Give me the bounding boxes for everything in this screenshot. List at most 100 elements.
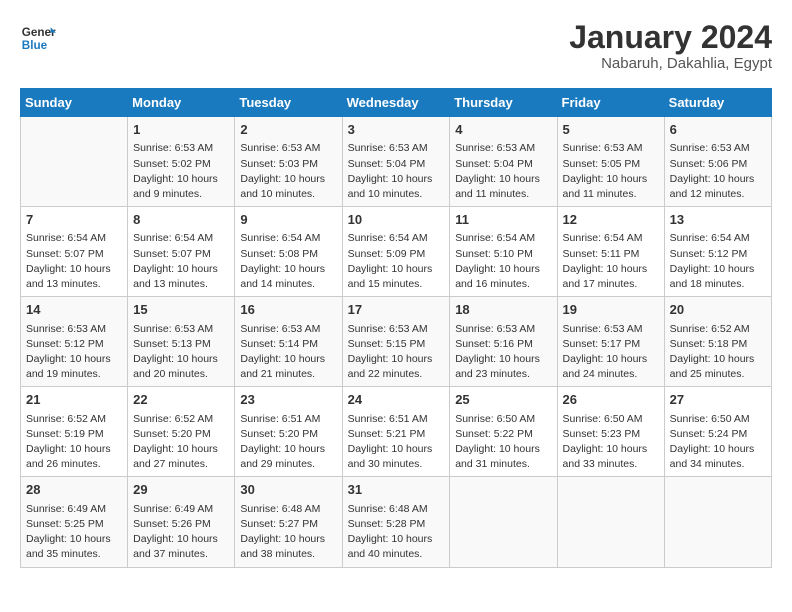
title-block: January 2024 Nabaruh, Dakahlia, Egypt	[569, 20, 772, 72]
day-info: Sunrise: 6:54 AM Sunset: 5:07 PM Dayligh…	[26, 231, 122, 292]
calendar-cell: 23 Sunrise: 6:51 AM Sunset: 5:20 PM Dayli…	[235, 387, 342, 477]
header-friday: Friday	[557, 89, 664, 117]
day-number: 18	[455, 301, 551, 319]
calendar-cell	[664, 477, 771, 567]
calendar-cell: 26 Sunrise: 6:50 AM Sunset: 5:23 PM Dayli…	[557, 387, 664, 477]
logo-icon: General Blue	[20, 20, 56, 56]
calendar-cell: 27Sunrise: 6:50 AM Sunset: 5:24 PM Dayli…	[664, 387, 771, 477]
day-info: Sunrise: 6:53 AM Sunset: 5:03 PM Dayligh…	[240, 141, 336, 202]
page-header: General Blue January 2024 Nabaruh, Dakah…	[20, 20, 772, 72]
day-number: 14	[26, 301, 122, 319]
day-number: 6	[670, 121, 766, 139]
day-info: Sunrise: 6:53 AM Sunset: 5:04 PM Dayligh…	[348, 141, 445, 202]
day-number: 29	[133, 481, 229, 499]
day-number: 7	[26, 211, 122, 229]
day-number: 13	[670, 211, 766, 229]
day-number: 4	[455, 121, 551, 139]
calendar-cell: 19 Sunrise: 6:53 AM Sunset: 5:17 PM Dayli…	[557, 297, 664, 387]
day-info: Sunrise: 6:54 AM Sunset: 5:08 PM Dayligh…	[240, 231, 336, 292]
header-row: Sunday Monday Tuesday Wednesday Thursday…	[21, 89, 772, 117]
day-number: 2	[240, 121, 336, 139]
day-number: 22	[133, 391, 229, 409]
day-info: Sunrise: 6:51 AM Sunset: 5:20 PM Dayligh…	[240, 412, 336, 473]
day-info: Sunrise: 6:51 AM Sunset: 5:21 PM Dayligh…	[348, 412, 445, 473]
calendar-cell	[557, 477, 664, 567]
week-row-3: 14 Sunrise: 6:53 AM Sunset: 5:12 PM Dayli…	[21, 297, 772, 387]
calendar-cell: 15 Sunrise: 6:53 AM Sunset: 5:13 PM Dayli…	[128, 297, 235, 387]
calendar-cell: 28Sunrise: 6:49 AM Sunset: 5:25 PM Dayli…	[21, 477, 128, 567]
day-number: 27	[670, 391, 766, 409]
day-info: Sunrise: 6:53 AM Sunset: 5:04 PM Dayligh…	[455, 141, 551, 202]
calendar-cell: 20Sunrise: 6:52 AM Sunset: 5:18 PM Dayli…	[664, 297, 771, 387]
day-info: Sunrise: 6:54 AM Sunset: 5:10 PM Dayligh…	[455, 231, 551, 292]
week-row-2: 7 Sunrise: 6:54 AM Sunset: 5:07 PM Daylig…	[21, 207, 772, 297]
header-saturday: Saturday	[664, 89, 771, 117]
day-number: 19	[563, 301, 659, 319]
day-number: 23	[240, 391, 336, 409]
calendar-table: Sunday Monday Tuesday Wednesday Thursday…	[20, 88, 772, 567]
day-info: Sunrise: 6:54 AM Sunset: 5:12 PM Dayligh…	[670, 231, 766, 292]
day-number: 1	[133, 121, 229, 139]
day-number: 16	[240, 301, 336, 319]
day-info: Sunrise: 6:53 AM Sunset: 5:13 PM Dayligh…	[133, 322, 229, 383]
day-number: 17	[348, 301, 445, 319]
calendar-cell: 8 Sunrise: 6:54 AM Sunset: 5:07 PM Daylig…	[128, 207, 235, 297]
calendar-cell: 2 Sunrise: 6:53 AM Sunset: 5:03 PM Daylig…	[235, 117, 342, 207]
calendar-cell: 29 Sunrise: 6:49 AM Sunset: 5:26 PM Dayli…	[128, 477, 235, 567]
day-info: Sunrise: 6:53 AM Sunset: 5:14 PM Dayligh…	[240, 322, 336, 383]
day-info: Sunrise: 6:49 AM Sunset: 5:26 PM Dayligh…	[133, 502, 229, 563]
header-monday: Monday	[128, 89, 235, 117]
day-number: 10	[348, 211, 445, 229]
day-number: 15	[133, 301, 229, 319]
day-number: 24	[348, 391, 445, 409]
calendar-cell: 10 Sunrise: 6:54 AM Sunset: 5:09 PM Dayli…	[342, 207, 450, 297]
day-info: Sunrise: 6:53 AM Sunset: 5:15 PM Dayligh…	[348, 322, 445, 383]
day-number: 20	[670, 301, 766, 319]
calendar-cell: 12Sunrise: 6:54 AM Sunset: 5:11 PM Dayli…	[557, 207, 664, 297]
calendar-cell: 25 Sunrise: 6:50 AM Sunset: 5:22 PM Dayli…	[450, 387, 557, 477]
day-number: 11	[455, 211, 551, 229]
calendar-cell: 11 Sunrise: 6:54 AM Sunset: 5:10 PM Dayli…	[450, 207, 557, 297]
header-wednesday: Wednesday	[342, 89, 450, 117]
day-info: Sunrise: 6:53 AM Sunset: 5:05 PM Dayligh…	[563, 141, 659, 202]
day-number: 9	[240, 211, 336, 229]
day-info: Sunrise: 6:50 AM Sunset: 5:22 PM Dayligh…	[455, 412, 551, 473]
day-info: Sunrise: 6:52 AM Sunset: 5:19 PM Dayligh…	[26, 412, 122, 473]
day-number: 26	[563, 391, 659, 409]
day-number: 12	[563, 211, 659, 229]
day-number: 31	[348, 481, 445, 499]
calendar-subtitle: Nabaruh, Dakahlia, Egypt	[569, 55, 772, 72]
calendar-cell: 5Sunrise: 6:53 AM Sunset: 5:05 PM Daylig…	[557, 117, 664, 207]
calendar-cell: 7 Sunrise: 6:54 AM Sunset: 5:07 PM Daylig…	[21, 207, 128, 297]
calendar-cell: 30 Sunrise: 6:48 AM Sunset: 5:27 PM Dayli…	[235, 477, 342, 567]
day-number: 30	[240, 481, 336, 499]
calendar-cell: 21 Sunrise: 6:52 AM Sunset: 5:19 PM Dayli…	[21, 387, 128, 477]
calendar-cell: 31 Sunrise: 6:48 AM Sunset: 5:28 PM Dayli…	[342, 477, 450, 567]
day-number: 3	[348, 121, 445, 139]
header-sunday: Sunday	[21, 89, 128, 117]
day-info: Sunrise: 6:53 AM Sunset: 5:17 PM Dayligh…	[563, 322, 659, 383]
calendar-cell: 6 Sunrise: 6:53 AM Sunset: 5:06 PM Daylig…	[664, 117, 771, 207]
day-info: Sunrise: 6:54 AM Sunset: 5:07 PM Dayligh…	[133, 231, 229, 292]
day-info: Sunrise: 6:53 AM Sunset: 5:06 PM Dayligh…	[670, 141, 766, 202]
calendar-cell: 22Sunrise: 6:52 AM Sunset: 5:20 PM Dayli…	[128, 387, 235, 477]
day-info: Sunrise: 6:53 AM Sunset: 5:02 PM Dayligh…	[133, 141, 229, 202]
day-info: Sunrise: 6:53 AM Sunset: 5:12 PM Dayligh…	[26, 322, 122, 383]
calendar-title: January 2024	[569, 20, 772, 55]
calendar-cell: 14 Sunrise: 6:53 AM Sunset: 5:12 PM Dayli…	[21, 297, 128, 387]
day-info: Sunrise: 6:49 AM Sunset: 5:25 PM Dayligh…	[26, 502, 122, 563]
calendar-cell: 3 Sunrise: 6:53 AM Sunset: 5:04 PM Daylig…	[342, 117, 450, 207]
week-row-1: 1 Sunrise: 6:53 AM Sunset: 5:02 PM Daylig…	[21, 117, 772, 207]
calendar-cell	[21, 117, 128, 207]
logo: General Blue	[20, 20, 56, 56]
calendar-cell: 18Sunrise: 6:53 AM Sunset: 5:16 PM Dayli…	[450, 297, 557, 387]
day-number: 8	[133, 211, 229, 229]
day-info: Sunrise: 6:48 AM Sunset: 5:27 PM Dayligh…	[240, 502, 336, 563]
calendar-cell: 17 Sunrise: 6:53 AM Sunset: 5:15 PM Dayli…	[342, 297, 450, 387]
calendar-cell: 24 Sunrise: 6:51 AM Sunset: 5:21 PM Dayli…	[342, 387, 450, 477]
day-number: 21	[26, 391, 122, 409]
day-info: Sunrise: 6:50 AM Sunset: 5:23 PM Dayligh…	[563, 412, 659, 473]
day-info: Sunrise: 6:54 AM Sunset: 5:09 PM Dayligh…	[348, 231, 445, 292]
day-number: 25	[455, 391, 551, 409]
day-info: Sunrise: 6:48 AM Sunset: 5:28 PM Dayligh…	[348, 502, 445, 563]
